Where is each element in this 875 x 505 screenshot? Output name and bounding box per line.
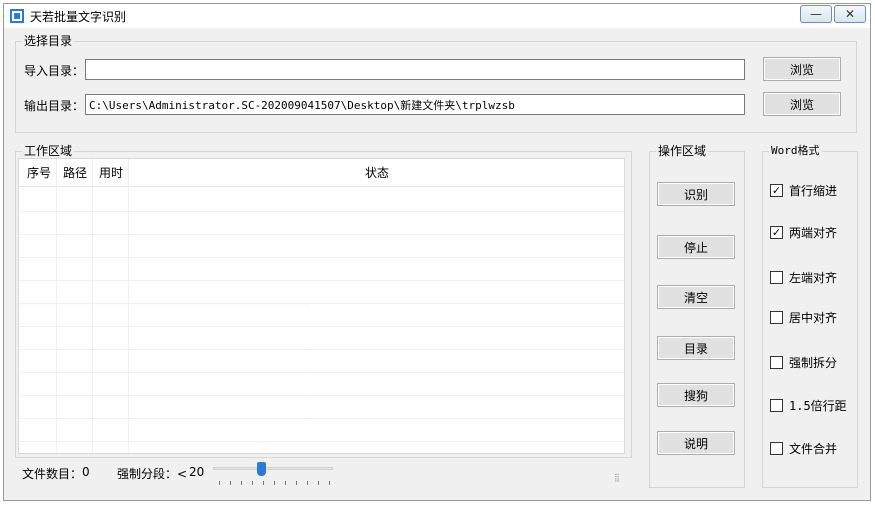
- clear-button[interactable]: 清空: [657, 285, 735, 309]
- help-button[interactable]: 说明: [657, 431, 735, 455]
- help-label: 说明: [683, 436, 708, 451]
- checkbox-label: 左端对齐: [789, 271, 838, 285]
- checkbox-force-split[interactable]: 强制拆分: [770, 354, 837, 371]
- close-button[interactable]: ✕: [834, 5, 866, 23]
- output-dir-label: 输出目录：: [24, 99, 85, 113]
- split-value: 20: [189, 465, 205, 479]
- slider-tick: [296, 481, 297, 485]
- slider-tick: [263, 481, 264, 485]
- slider-tick: [285, 481, 286, 485]
- slider-tick: [329, 481, 330, 485]
- slider-tick: [274, 481, 275, 485]
- task-list-view[interactable]: 序号 路径 用时 状态: [18, 158, 625, 454]
- file-count-value: 0: [82, 465, 90, 479]
- slider-tick: [241, 481, 242, 485]
- minimize-icon: —: [810, 7, 822, 21]
- list-header: 序号 路径 用时 状态: [19, 159, 624, 187]
- checkbox-box[interactable]: [770, 271, 783, 284]
- checkbox-box[interactable]: ✓: [770, 226, 783, 239]
- checkbox-box[interactable]: [770, 311, 783, 324]
- directory-label: 目录: [683, 341, 708, 356]
- checkbox-box[interactable]: [770, 356, 783, 369]
- window-title: 天若批量文字识别: [30, 10, 127, 24]
- select-directory-legend: 选择目录: [22, 34, 75, 48]
- checkbox-box[interactable]: ✓: [770, 184, 783, 197]
- slider-tick: [318, 481, 319, 485]
- split-slider-track[interactable]: [213, 467, 333, 470]
- column-path[interactable]: 路径: [63, 159, 87, 187]
- checkbox-left-align[interactable]: 左端对齐: [770, 269, 837, 286]
- operation-area-legend: 操作区域: [656, 144, 709, 158]
- browse-output-label: 浏览: [789, 97, 814, 112]
- resize-grip-icon[interactable]: ⣿: [614, 473, 620, 482]
- import-dir-label: 导入目录：: [24, 64, 85, 78]
- split-label: 强制分段：<: [117, 467, 188, 481]
- close-icon: ✕: [844, 7, 856, 21]
- recognize-label: 识别: [683, 187, 708, 202]
- output-dir-input[interactable]: C:\Users\Administrator.SC-202009041507\D…: [85, 94, 745, 115]
- row-divider: [19, 257, 624, 258]
- column-index[interactable]: 序号: [27, 159, 51, 187]
- checkbox-justify[interactable]: ✓ 两端对齐: [770, 224, 837, 241]
- file-count-label: 文件数目：: [22, 467, 83, 481]
- word-format-legend: Word格式: [769, 144, 822, 158]
- clear-label: 清空: [683, 290, 708, 305]
- select-directory-group: 选择目录: [15, 34, 857, 133]
- stop-label: 停止: [683, 240, 708, 255]
- slider-tick: [307, 481, 308, 485]
- ghost-artifact: [19, 304, 309, 453]
- recognize-button[interactable]: 识别: [657, 182, 735, 206]
- row-divider: [19, 234, 624, 235]
- checkbox-box[interactable]: [770, 442, 783, 455]
- column-status[interactable]: 状态: [365, 159, 389, 187]
- slider-tick: [219, 481, 220, 485]
- checkbox-line-spacing[interactable]: 1.5倍行距: [770, 397, 847, 414]
- sogou-button[interactable]: 搜狗: [657, 383, 735, 407]
- checkbox-center-align[interactable]: 居中对齐: [770, 309, 837, 326]
- column-time[interactable]: 用时: [99, 159, 123, 187]
- checkbox-label: 强制拆分: [789, 356, 838, 370]
- browse-output-button[interactable]: 浏览: [763, 92, 841, 116]
- minimize-button[interactable]: —: [800, 5, 832, 23]
- slider-tick: [230, 481, 231, 485]
- checkbox-first-line-indent[interactable]: ✓ 首行缩进: [770, 182, 837, 199]
- sogou-label: 搜狗: [683, 388, 708, 403]
- checkbox-label: 两端对齐: [789, 226, 838, 240]
- checkbox-label: 文件合并: [789, 442, 838, 456]
- work-area-legend: 工作区域: [22, 144, 75, 158]
- directory-button[interactable]: 目录: [657, 336, 735, 360]
- row-divider: [19, 280, 624, 281]
- checkbox-label: 居中对齐: [789, 311, 838, 325]
- checkbox-label: 首行缩进: [789, 184, 838, 198]
- browse-import-label: 浏览: [789, 62, 814, 77]
- app-window-icon: [10, 9, 24, 23]
- stop-button[interactable]: 停止: [657, 235, 735, 259]
- checkbox-label: 1.5倍行距: [789, 399, 847, 413]
- slider-tick: [252, 481, 253, 485]
- split-slider-thumb[interactable]: [257, 462, 266, 476]
- row-divider: [19, 211, 624, 212]
- checkbox-box[interactable]: [770, 399, 783, 412]
- browse-import-button[interactable]: 浏览: [763, 57, 841, 81]
- import-dir-input[interactable]: [85, 59, 745, 80]
- checkbox-merge-files[interactable]: 文件合并: [770, 440, 837, 457]
- title-bar[interactable]: 天若批量文字识别 — ✕: [4, 4, 870, 28]
